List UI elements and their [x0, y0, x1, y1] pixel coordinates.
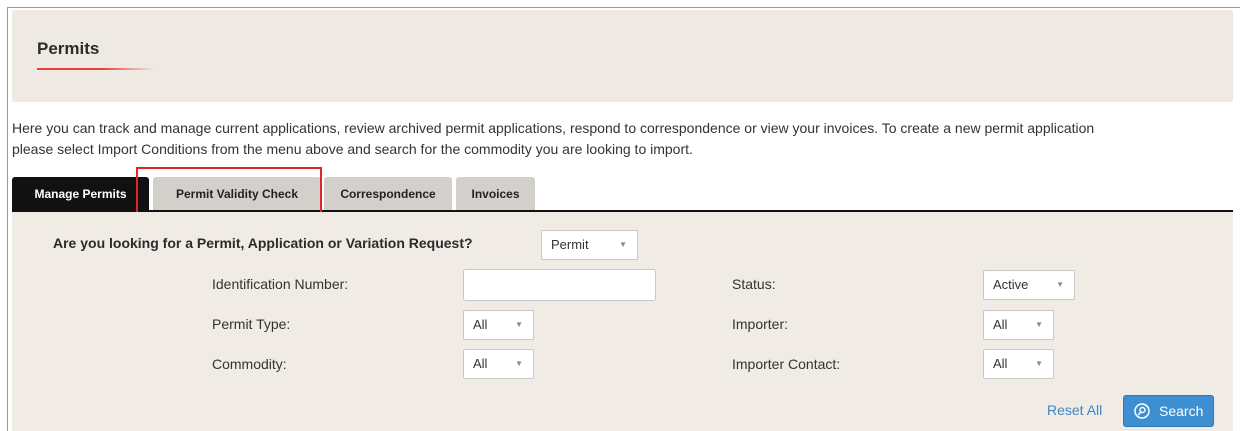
title-underline — [37, 68, 155, 70]
permit-type-value: All — [473, 317, 488, 332]
importer-contact-label: Importer Contact: — [732, 356, 841, 372]
request-type-question: Are you looking for a Permit, Applicatio… — [53, 235, 473, 251]
chevron-down-icon: ▼ — [1035, 320, 1043, 329]
intro-text: Here you can track and manage current ap… — [12, 118, 1237, 160]
commodity-label: Commodity: — [212, 356, 287, 372]
identification-number-label: Identification Number: — [212, 276, 349, 292]
search-icon — [1134, 403, 1150, 419]
page-title: Permits — [37, 39, 100, 58]
status-value: Active — [993, 277, 1029, 292]
chevron-down-icon: ▼ — [1035, 359, 1043, 368]
commodity-value: All — [473, 356, 488, 371]
importer-contact-select[interactable]: All ▼ — [983, 349, 1054, 379]
tab-correspondence[interactable]: Correspondence — [324, 177, 452, 211]
search-button[interactable]: Search — [1123, 395, 1214, 427]
tab-invoices[interactable]: Invoices — [456, 177, 535, 211]
importer-contact-value: All — [993, 356, 1008, 371]
permit-type-label: Permit Type: — [212, 316, 291, 332]
chevron-down-icon: ▼ — [515, 359, 523, 368]
importer-label: Importer: — [732, 316, 789, 332]
request-type-select[interactable]: Permit ▼ — [541, 230, 638, 260]
chevron-down-icon: ▼ — [1056, 280, 1064, 289]
chevron-down-icon: ▼ — [515, 320, 523, 329]
page-header — [12, 10, 1233, 102]
importer-select[interactable]: All ▼ — [983, 310, 1054, 340]
identification-number-input[interactable] — [463, 269, 656, 301]
tab-permit-validity-check[interactable]: Permit Validity Check — [153, 177, 321, 211]
reset-all-link[interactable]: Reset All — [1047, 402, 1102, 418]
status-select[interactable]: Active ▼ — [983, 270, 1075, 300]
status-label: Status: — [732, 276, 776, 292]
chevron-down-icon: ▼ — [619, 240, 627, 249]
request-type-value: Permit — [551, 237, 589, 252]
intro-line-2: please select Import Conditions from the… — [12, 141, 693, 157]
search-button-label: Search — [1159, 403, 1204, 419]
intro-line-1: Here you can track and manage current ap… — [12, 120, 1095, 136]
permit-type-select[interactable]: All ▼ — [463, 310, 534, 340]
importer-value: All — [993, 317, 1008, 332]
tab-manage-permits[interactable]: Manage Permits — [12, 177, 149, 211]
commodity-select[interactable]: All ▼ — [463, 349, 534, 379]
